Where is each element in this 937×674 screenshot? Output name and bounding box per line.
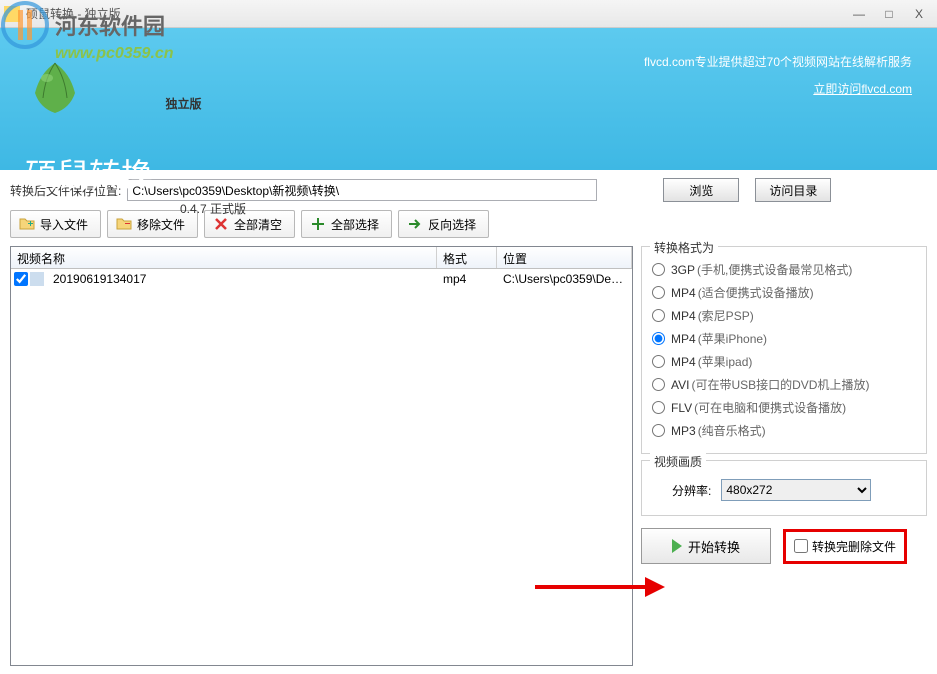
window-titlebar: 硕鼠转换 - 独立版 — □ X: [0, 0, 937, 28]
app-title: 硕鼠转换: [25, 150, 153, 196]
app-edition: 独立版: [165, 97, 201, 111]
quality-group: 视频画质 分辨率: 480x272: [641, 460, 927, 516]
delete-after-checkbox[interactable]: [794, 539, 808, 553]
play-icon: [672, 539, 682, 553]
format-group: 转换格式为 3GP (手机,便携式设备最常见格式) MP4 (适合便携式设备播放…: [641, 246, 927, 454]
format-radio-mp4-portable[interactable]: [652, 286, 665, 299]
format-radio-mp3[interactable]: [652, 424, 665, 437]
start-convert-button[interactable]: 开始转换: [641, 528, 771, 564]
select-all-label: 全部选择: [331, 216, 379, 233]
resolution-select[interactable]: 480x272: [721, 479, 871, 501]
video-file-icon: [30, 272, 44, 286]
format-option-mp4-iphone[interactable]: MP4 (苹果iPhone): [652, 330, 916, 347]
remove-label: 移除文件: [137, 216, 185, 233]
row-format: mp4: [437, 272, 497, 286]
format-option-flv[interactable]: FLV (可在电脑和便携式设备播放): [652, 399, 916, 416]
format-radio-avi[interactable]: [652, 378, 665, 391]
app-version: 0.4.7 正式版: [180, 202, 246, 216]
visit-link[interactable]: 立即访问flvcd.com: [813, 80, 912, 97]
app-icon: [4, 6, 20, 22]
column-format[interactable]: 格式: [437, 247, 497, 268]
format-radio-3gp[interactable]: [652, 263, 665, 276]
plus-icon: [310, 216, 326, 232]
folder-add-icon: [19, 216, 35, 232]
delete-after-label: 转换完删除文件: [812, 538, 896, 555]
format-option-avi[interactable]: AVI (可在带USB接口的DVD机上播放): [652, 376, 916, 393]
list-header: 视频名称 格式 位置: [11, 247, 632, 269]
column-location[interactable]: 位置: [497, 247, 632, 268]
header-tagline: flvcd.com专业提供超过70个视频网站在线解析服务: [644, 53, 912, 70]
resolution-label: 分辨率:: [672, 482, 711, 499]
maximize-button[interactable]: □: [875, 5, 903, 23]
format-radio-mp4-ipad[interactable]: [652, 355, 665, 368]
format-option-mp4-portable[interactable]: MP4 (适合便携式设备播放): [652, 284, 916, 301]
format-radio-mp4-psp[interactable]: [652, 309, 665, 322]
window-title: 硕鼠转换 - 独立版: [26, 5, 845, 22]
main-content: 转换后文件保存位置: 浏览 访问目录 导入文件 移除文件 全部清空 全部选择 反…: [0, 170, 937, 674]
invert-label: 反向选择: [428, 216, 476, 233]
table-row[interactable]: 20190619134017 mp4 C:\Users\pc0359\Des..…: [11, 269, 632, 289]
format-radio-flv[interactable]: [652, 401, 665, 414]
action-row: 开始转换 转换完删除文件: [641, 528, 927, 564]
row-name: 20190619134017: [47, 272, 437, 286]
close-button[interactable]: X: [905, 5, 933, 23]
list-body[interactable]: 20190619134017 mp4 C:\Users\pc0359\Des..…: [11, 269, 632, 665]
column-name[interactable]: 视频名称: [11, 247, 437, 268]
format-radio-mp4-iphone[interactable]: [652, 332, 665, 345]
format-option-mp3[interactable]: MP3 (纯音乐格式): [652, 422, 916, 439]
clear-label: 全部清空: [234, 216, 282, 233]
file-list: 视频名称 格式 位置 20190619134017 mp4 C:\Users\p…: [10, 246, 633, 666]
format-option-3gp[interactable]: 3GP (手机,便携式设备最常见格式): [652, 261, 916, 278]
format-option-mp4-psp[interactable]: MP4 (索尼PSP): [652, 307, 916, 324]
settings-panel: 转换格式为 3GP (手机,便携式设备最常见格式) MP4 (适合便携式设备播放…: [641, 246, 927, 666]
minimize-button[interactable]: —: [845, 5, 873, 23]
folder-remove-icon: [116, 216, 132, 232]
start-label: 开始转换: [688, 537, 740, 556]
arrow-right-icon: [407, 216, 423, 232]
delete-after-checkbox-wrapper[interactable]: 转换完删除文件: [783, 529, 907, 564]
row-checkbox[interactable]: [14, 272, 28, 286]
import-label: 导入文件: [40, 216, 88, 233]
row-location: C:\Users\pc0359\Des...: [497, 272, 632, 286]
quality-group-title: 视频画质: [650, 453, 706, 470]
app-header: 硕鼠转换 独立版 0.4.7 正式版 flvcd.com专业提供超过70个视频网…: [0, 28, 937, 170]
format-option-mp4-ipad[interactable]: MP4 (苹果ipad): [652, 353, 916, 370]
clear-icon: [213, 216, 229, 232]
leaf-icon: [25, 58, 85, 118]
format-group-title: 转换格式为: [650, 239, 718, 256]
